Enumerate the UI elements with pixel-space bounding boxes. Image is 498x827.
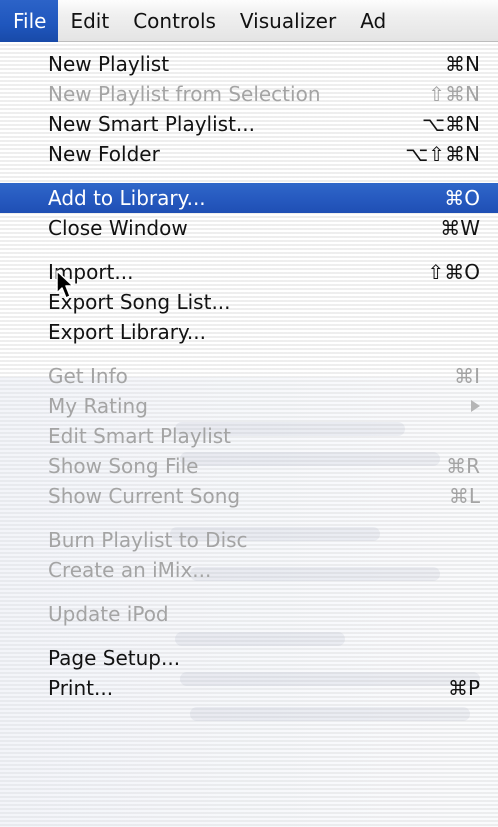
menu-item-label: Create an iMix... [48,558,212,582]
menu-separator [0,517,498,518]
menu-bar: File Edit Controls Visualizer Ad [0,0,498,42]
menu-item-label: New Playlist [48,52,170,76]
menu-visualizer[interactable]: Visualizer [228,0,348,42]
menu-item-new-playlist[interactable]: New Playlist ⌘N [0,49,498,79]
menu-item-get-info: Get Info ⌘I [0,361,498,391]
menu-item-label: Update iPod [48,602,169,626]
menu-separator [0,353,498,354]
menu-item-label: Close Window [48,216,188,240]
menu-advanced-truncated[interactable]: Ad [348,0,398,42]
menu-item-label: Export Song List... [48,290,231,314]
menu-item-label: Add to Library... [48,186,206,210]
menu-separator [0,635,498,636]
menu-item-shortcut: ⌘O [444,186,480,210]
menu-item-add-to-library[interactable]: Add to Library... ⌘O [0,183,498,213]
menu-item-shortcut: ⇧⌘O [427,260,481,284]
menu-item-shortcut: ⌘L [448,484,480,508]
menu-item-print[interactable]: Print... ⌘P [0,673,498,703]
menu-item-label: New Smart Playlist... [48,112,255,136]
menu-item-close-window[interactable]: Close Window ⌘W [0,213,498,243]
menu-item-my-rating: My Rating [0,391,498,421]
menu-item-label: Show Song File [48,454,199,478]
arrow-pointer-icon [56,270,74,299]
menu-item-create-an-imix: Create an iMix... [0,555,498,585]
menu-controls[interactable]: Controls [121,0,228,42]
menu-item-shortcut: ⌘P [447,676,480,700]
file-menu-dropdown: New Playlist ⌘N New Playlist from Selectio… [0,42,498,827]
menu-item-edit-smart-playlist: Edit Smart Playlist [0,421,498,451]
menu-item-label: Edit Smart Playlist [48,424,232,448]
submenu-triangle-icon [471,400,480,412]
menu-item-label: Export Library... [48,320,206,344]
menu-separator [0,175,498,176]
menu-item-show-song-file: Show Song File ⌘R [0,451,498,481]
menu-separator [0,591,498,592]
menu-item-new-smart-playlist[interactable]: New Smart Playlist... ⌥⌘N [0,109,498,139]
menu-item-shortcut: ⌘R [446,454,480,478]
menu-file[interactable]: File [0,0,59,42]
menu-item-label: Get Info [48,364,128,388]
menu-item-label: Print... [48,676,114,700]
menu-edit[interactable]: Edit [58,0,121,42]
menu-item-update-ipod: Update iPod [0,599,498,629]
menu-item-page-setup[interactable]: Page Setup... [0,643,498,673]
menu-item-shortcut: ⌘W [440,216,480,240]
menu-item-shortcut: ⇧⌘N [428,82,480,106]
menu-item-shortcut: ⌘I [454,364,480,388]
menu-item-label: My Rating [48,394,148,418]
menu-separator [0,249,498,250]
menu-item-export-library[interactable]: Export Library... [0,317,498,347]
menu-item-show-current-song: Show Current Song ⌘L [0,481,498,511]
menu-item-burn-playlist-to-disc: Burn Playlist to Disc [0,525,498,555]
menu-item-label: New Folder [48,142,160,166]
menu-item-new-playlist-from-selection: New Playlist from Selection ⇧⌘N [0,79,498,109]
menu-item-label: Show Current Song [48,484,241,508]
menu-item-label: Burn Playlist to Disc [48,528,248,552]
menu-item-shortcut: ⌘N [445,52,480,76]
menu-item-shortcut: ⌥⇧⌘N [405,142,480,166]
menu-item-shortcut: ⌥⌘N [421,112,480,136]
menu-item-label: Page Setup... [48,646,181,670]
menu-item-new-folder[interactable]: New Folder ⌥⇧⌘N [0,139,498,169]
menu-item-label: New Playlist from Selection [48,82,321,106]
